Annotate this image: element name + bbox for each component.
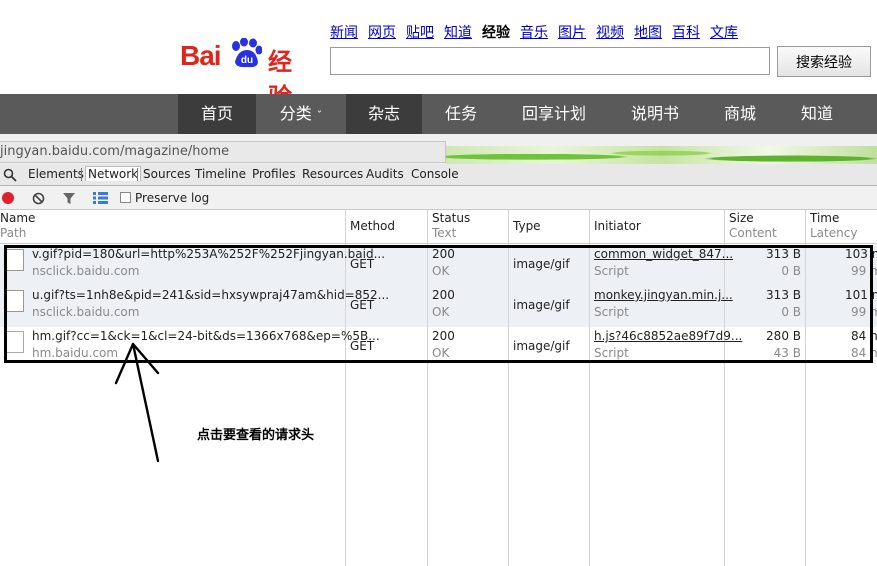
- annotation-text: 点击要查看的请求头: [197, 428, 315, 443]
- annotation-arrow: [114, 342, 160, 463]
